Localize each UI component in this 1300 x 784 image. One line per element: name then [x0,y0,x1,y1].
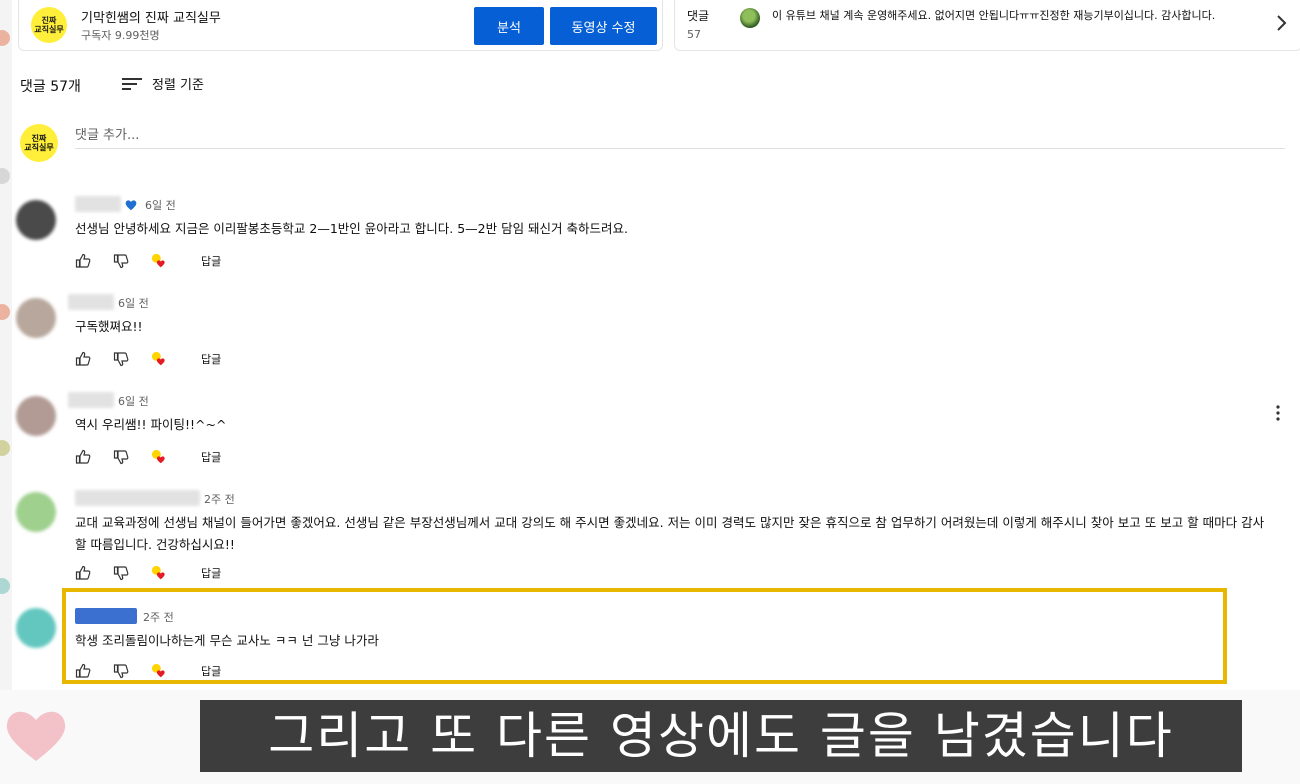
decor-dot [0,30,10,46]
add-comment-input[interactable] [75,122,1285,149]
user-avatar: 진짜 교직실무 [20,124,58,162]
edit-video-button[interactable]: 동영상 수정 [550,7,657,45]
video-caption: 그리고 또 다른 영상에도 글을 남겼습니다 [200,700,1242,772]
thumbs-up-icon[interactable] [75,253,91,269]
user-avatar-text: 진짜 교직실무 [24,134,54,152]
highlight-box [62,588,1227,684]
commenter-name-redacted [68,392,114,408]
thumbs-up-icon[interactable] [75,351,91,367]
channel-name[interactable]: 기막힌쌤의 진짜 교직실무 [81,7,221,26]
commenter-avatar[interactable] [16,396,56,436]
thumbs-down-icon[interactable] [113,565,129,581]
creator-heart-icon[interactable] [151,449,167,465]
comment-actions: 답글 [75,252,221,270]
reply-button[interactable]: 답글 [201,449,221,465]
commenter-name-redacted [75,490,200,506]
sort-label: 정렬 기준 [152,78,204,93]
more-options-icon[interactable] [1270,403,1286,423]
comment-preview[interactable]: 댓글 57 이 유튜브 채널 계속 운영해주세요. 없어지면 안됩니다ㅠㅠ진정한… [674,0,1300,51]
channel-avatar-text: 진짜 교직실무 [34,16,64,34]
thumbs-down-icon[interactable] [113,253,129,269]
comment-time: 6일 전 [145,199,176,212]
comment-preview-text: 이 유튜브 채널 계속 운영해주세요. 없어지면 안됩니다ㅠㅠ진정한 재능기부이… [772,9,1216,22]
thumbs-up-icon[interactable] [75,565,91,581]
commenter-avatar[interactable] [16,492,56,532]
commenter-name-redacted [68,294,114,310]
comment-time: 6일 전 [118,395,149,408]
commenter-avatar[interactable] [16,298,56,338]
channel-avatar[interactable]: 진짜 교직실무 [31,7,67,43]
sort-button[interactable]: 정렬 기준 [122,74,204,93]
commenter-avatar [740,8,760,28]
thumbs-down-icon[interactable] [113,449,129,465]
comment-actions: 답글 [75,448,221,466]
channel-header: 진짜 교직실무 기막힌쌤의 진짜 교직실무 구독자 9.99천명 분석 동영상 … [18,0,663,51]
chevron-right-icon[interactable] [1275,14,1287,37]
commenter-avatar[interactable] [16,200,56,240]
comment-text: 교대 교육과정에 선생님 채널이 들어가면 좋겠어요. 선생님 같은 부장선생님… [75,515,1265,552]
heart-icon [6,711,66,761]
comment-text: 구독했쪄요!! [75,319,143,334]
comment-count: 댓글 57개 [20,79,81,95]
analysis-button[interactable]: 분석 [474,7,544,45]
heart-icon [125,200,137,211]
comment-actions: 답글 [75,564,221,582]
thumbs-up-icon[interactable] [75,449,91,465]
commenter-name-redacted [75,196,121,212]
reply-button[interactable]: 답글 [201,565,221,581]
comment-text: 선생님 안녕하세요 지금은 이리팔봉초등학교 2—1반인 윤아라고 합니다. 5… [75,221,628,236]
comment-text: 역시 우리쌤!! 파이팅!!^~^ [75,417,227,432]
left-strip [0,0,12,690]
commenter-avatar[interactable] [16,608,56,648]
comment-preview-label: 댓글 [687,9,710,23]
subscriber-count: 구독자 9.99천명 [81,29,160,42]
decor-dot [0,168,10,184]
comment-time: 6일 전 [118,297,149,310]
reply-button[interactable]: 답글 [201,253,221,269]
decor-dot [0,304,10,320]
comment-preview-count: 57 [687,28,701,41]
sort-icon [122,76,142,92]
reply-button[interactable]: 답글 [201,351,221,367]
creator-heart-icon[interactable] [151,565,167,581]
creator-heart-icon[interactable] [151,253,167,269]
creator-heart-icon[interactable] [151,351,167,367]
comment-time: 2주 전 [204,493,235,506]
comments-panel: 진짜 교직실무 기막힌쌤의 진짜 교직실무 구독자 9.99천명 분석 동영상 … [0,0,1300,690]
comment-actions: 답글 [75,350,221,368]
decor-dot [0,440,10,456]
thumbs-down-icon[interactable] [113,351,129,367]
decor-dot [0,578,10,594]
